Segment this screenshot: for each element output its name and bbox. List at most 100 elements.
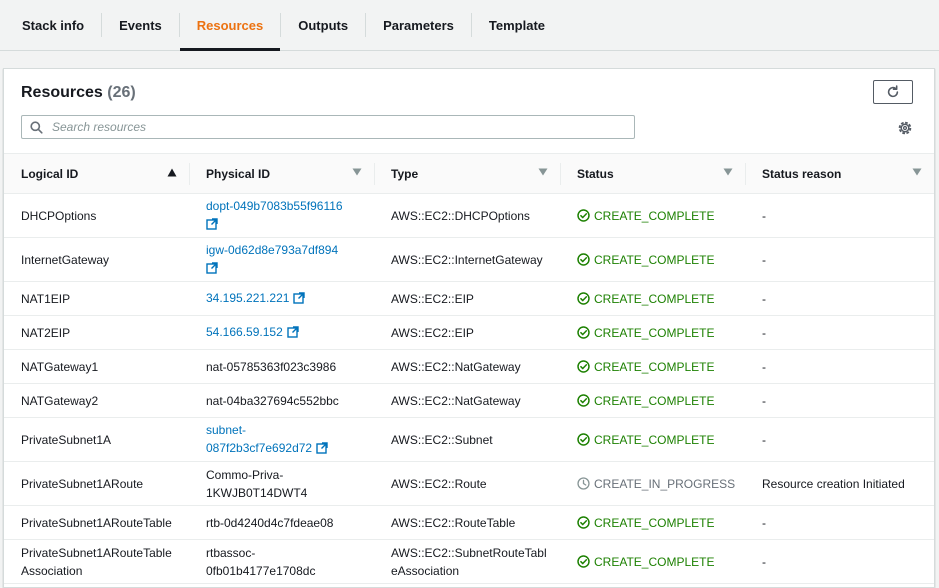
- resource-type-line: AWS::EC2::NatGateway: [391, 393, 521, 408]
- resource-type-text: AWS::EC2::RouteTable: [391, 514, 515, 532]
- status-text: CREATE_COMPLETE: [594, 359, 715, 374]
- sort-caret-down-icon: [352, 168, 362, 176]
- physical-id-value: rtbassoc- 0fb01b4177e1708dc: [206, 544, 315, 580]
- table-row: PrivateSubnet1ARoute Commo-Priva- 1KWJB0T1…: [4, 462, 934, 506]
- physical-id-value: 34.195.221.221: [206, 289, 306, 309]
- column-header-physical-id[interactable]: Physical ID: [189, 154, 374, 194]
- column-header-label: Physical ID: [206, 167, 271, 181]
- external-link-icon[interactable]: [206, 217, 218, 235]
- check-circle-icon: [577, 516, 590, 529]
- column-header-status[interactable]: Status: [560, 154, 745, 194]
- resource-type-line: AWS::EC2::EIP: [391, 325, 474, 340]
- cell-logical-id: DHCPOptions: [4, 194, 189, 237]
- clock-icon: [577, 477, 590, 490]
- column-header-logical-id[interactable]: Logical ID: [4, 154, 189, 194]
- tab-template[interactable]: Template: [472, 0, 562, 50]
- panel-title-text: Resources: [21, 84, 103, 101]
- physical-id-value: subnet- 087f2b3cf7e692d72: [206, 421, 328, 459]
- check-circle-icon: [577, 292, 590, 305]
- cell-type: AWS::EC2::SubnetRouteTabl eAssociation: [374, 540, 560, 583]
- cell-physical-id: rtb-0d4240d4c7fdeae08: [189, 506, 374, 539]
- resource-type-line: eAssociation: [391, 563, 460, 578]
- tab-parameters[interactable]: Parameters: [366, 0, 471, 50]
- tab-outputs[interactable]: Outputs: [281, 0, 365, 50]
- physical-id-value: dopt-049b7083b55f96116: [206, 197, 343, 235]
- status-text: CREATE_IN_PROGRESS: [594, 476, 736, 491]
- physical-id-link[interactable]: 087f2b3cf7e692d72: [206, 441, 312, 455]
- status-indicator: CREATE_COMPLETE: [577, 251, 714, 269]
- resource-type-text: AWS::EC2::EIP: [391, 324, 474, 342]
- external-link-icon[interactable]: [316, 441, 328, 459]
- cell-status-reason: -: [745, 238, 934, 281]
- resource-type-line: AWS::EC2::RouteTable: [391, 515, 516, 530]
- column-header-label: Status reason: [762, 167, 842, 181]
- logical-id-text: DHCPOptions: [21, 208, 97, 223]
- cell-status-reason: -: [745, 540, 934, 583]
- table-row: InternetGateway igw-0d62d8e793a7df894 AWS:…: [4, 238, 934, 282]
- tab-resources[interactable]: Resources: [179, 0, 281, 51]
- cell-physical-id: 34.195.221.221: [189, 282, 374, 315]
- physical-id-link[interactable]: igw-0d62d8e793a7df894: [206, 243, 338, 257]
- physical-id-link[interactable]: dopt-049b7083b55f96116: [206, 199, 343, 213]
- logical-id-text: PrivateSubnet1ARouteTable Association: [21, 545, 172, 578]
- cell-type: AWS::EC2::NatGateway: [374, 350, 560, 383]
- logical-id-text: NAT2EIP: [21, 325, 71, 340]
- cell-type: AWS::EC2::EIP: [374, 282, 560, 315]
- logical-id-text: NAT1EIP: [21, 291, 71, 306]
- external-link-icon[interactable]: [206, 261, 218, 279]
- cell-logical-id: InternetGateway: [4, 238, 189, 281]
- check-circle-icon: [577, 253, 590, 266]
- logical-id-text: NATGateway2: [21, 393, 99, 408]
- physical-id-value: nat-04ba327694c552bbc: [206, 392, 339, 410]
- column-header-status-reason[interactable]: Status reason: [745, 154, 934, 194]
- physical-id-link[interactable]: 34.195.221.221: [206, 291, 289, 305]
- physical-id-link[interactable]: subnet-: [206, 423, 246, 437]
- cell-type: AWS::EC2::Route: [374, 462, 560, 505]
- refresh-button[interactable]: [873, 80, 913, 104]
- status-reason-text: -: [762, 325, 766, 340]
- status-reason-text: -: [762, 432, 766, 447]
- cell-status-reason: -: [745, 194, 934, 237]
- sort-ascending-icon: [167, 168, 177, 177]
- status-indicator: CREATE_COMPLETE: [577, 324, 714, 342]
- physical-id-value: 54.166.59.152: [206, 323, 299, 343]
- search-box: [21, 115, 635, 139]
- resource-type-text: AWS::EC2::Route: [391, 475, 487, 493]
- physical-id-text: 1KWJB0T14DWT4: [206, 485, 308, 500]
- physical-id-link[interactable]: 54.166.59.152: [206, 325, 283, 339]
- tab-stack-info[interactable]: Stack info: [0, 0, 101, 50]
- cell-status: CREATE_COMPLETE: [560, 316, 745, 349]
- status-indicator: CREATE_IN_PROGRESS: [577, 475, 735, 493]
- resource-type-text: AWS::EC2::Subnet: [391, 431, 493, 449]
- resource-count: (26): [107, 84, 136, 101]
- external-link-icon[interactable]: [293, 291, 306, 309]
- cell-physical-id: 54.166.59.152: [189, 316, 374, 349]
- check-circle-icon: [577, 433, 590, 446]
- table-row: NATGateway1 nat-05785363f023c3986 AWS::EC2…: [4, 350, 934, 384]
- status-text: CREATE_COMPLETE: [594, 432, 715, 447]
- status-indicator: CREATE_COMPLETE: [577, 431, 714, 449]
- status-text: CREATE_COMPLETE: [594, 208, 715, 223]
- cell-logical-id: NAT1EIP: [4, 282, 189, 315]
- gear-icon[interactable]: [896, 119, 914, 137]
- status-reason-text: -: [762, 291, 766, 306]
- logical-id-text: PrivateSubnet1A: [21, 432, 112, 447]
- logical-id-text: NATGateway1: [21, 359, 99, 374]
- cell-type: AWS::EC2::RouteTable: [374, 506, 560, 539]
- search-input[interactable]: [50, 119, 624, 135]
- logical-id-text: PrivateSubnet1ARoute: [21, 476, 144, 491]
- column-header-type[interactable]: Type: [374, 154, 560, 194]
- table-row: PrivateSubnet1ARouteTable Association rtb…: [4, 540, 934, 584]
- status-reason-text: -: [762, 208, 766, 223]
- cell-physical-id: subnet- 087f2b3cf7e692d72: [189, 418, 374, 461]
- check-circle-icon: [577, 326, 590, 339]
- status-reason-text: Resource creation Initiated: [762, 476, 905, 491]
- cell-logical-id: NATGateway2: [4, 384, 189, 417]
- status-indicator: CREATE_COMPLETE: [577, 392, 714, 410]
- resource-type-line: AWS::EC2::DHCPOptions: [391, 208, 530, 223]
- cell-physical-id: rtbassoc- 0fb01b4177e1708dc: [189, 540, 374, 583]
- physical-id-value: Commo-Priva- 1KWJB0T14DWT4: [206, 466, 307, 502]
- cell-type: AWS::EC2::InternetGateway: [374, 238, 560, 281]
- external-link-icon[interactable]: [287, 325, 299, 343]
- tab-events[interactable]: Events: [102, 0, 179, 50]
